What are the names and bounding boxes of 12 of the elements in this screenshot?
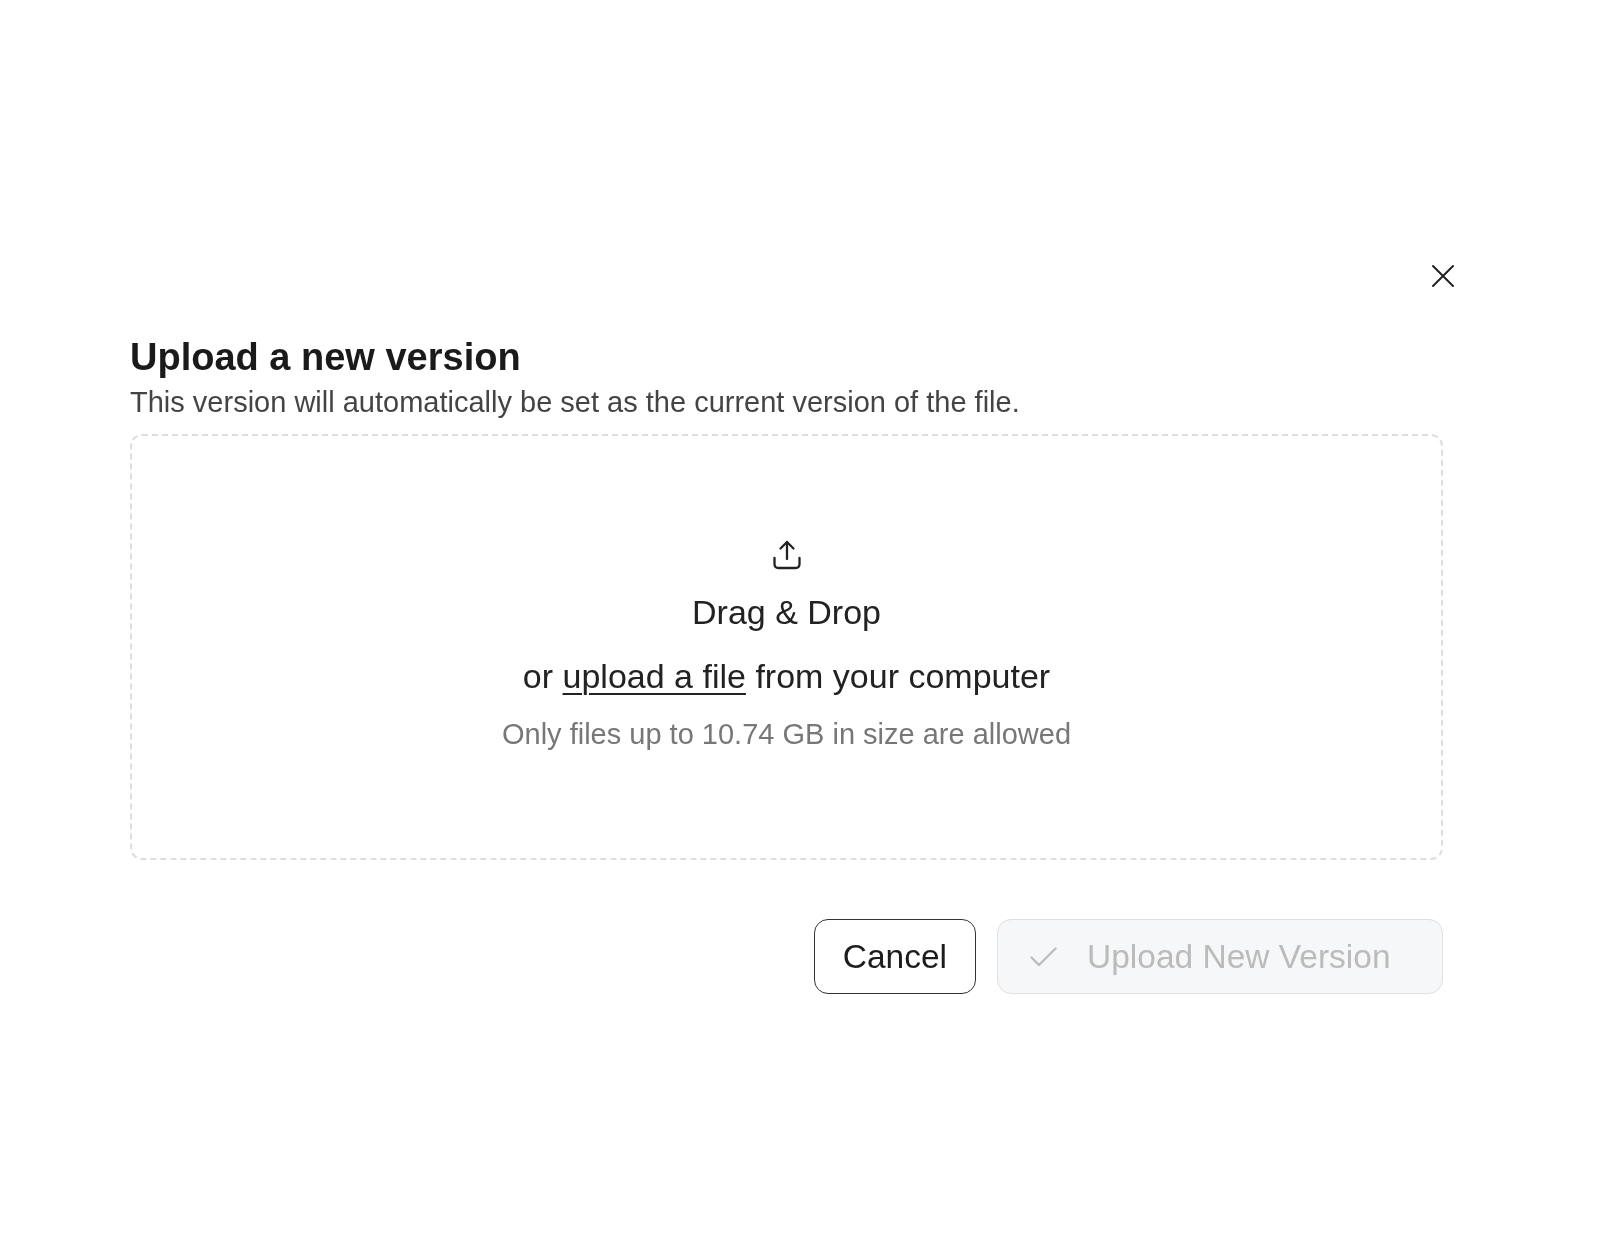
drop-heading: Drag & Drop [692, 591, 881, 632]
check-icon [1030, 946, 1057, 967]
dialog-title: Upload a new version [130, 335, 521, 380]
close-icon [1431, 264, 1455, 288]
drop-zone[interactable]: Drag & Drop or upload a file from your computer Only files up to 10.74 GB in size are allowed [130, 434, 1443, 860]
upload-link[interactable]: upload a file [562, 656, 746, 695]
cancel-button[interactable]: Cancel [813, 919, 976, 994]
close-button[interactable] [1431, 264, 1455, 288]
size-limit-note: Only files up to 10.74 GB in size are allowed [502, 716, 1071, 752]
dialog-subtitle: This version will automatically be set as the current version of the file. [130, 385, 1020, 420]
upload-icon [770, 538, 803, 571]
upload-instruction: or upload a file from your computer [522, 655, 1051, 696]
